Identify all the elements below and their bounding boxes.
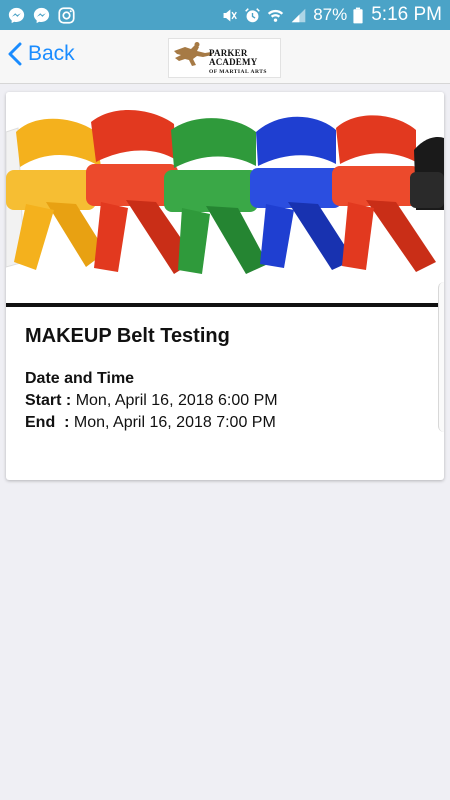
academy-logo: PARKER ACADEMY OF MARTIAL ARTS bbox=[168, 38, 281, 78]
start-label: Start : bbox=[25, 392, 72, 409]
logo-subtitle: OF MARTIAL ARTS bbox=[209, 69, 267, 75]
messenger-icon bbox=[33, 7, 50, 23]
status-left-icons bbox=[8, 6, 75, 24]
status-bar: 87% 5:16 PM bbox=[0, 0, 450, 30]
nav-bar: Back PARKER ACADEMY OF MARTIAL ARTS bbox=[0, 30, 450, 84]
mute-icon bbox=[223, 9, 238, 21]
alarm-icon bbox=[245, 7, 261, 22]
end-row: End : Mon, April 16, 2018 7:00 PM bbox=[25, 414, 425, 432]
end-value: Mon, April 16, 2018 7:00 PM bbox=[73, 414, 276, 431]
start-value: Mon, April 16, 2018 6:00 PM bbox=[75, 392, 278, 409]
banner-divider bbox=[6, 303, 444, 307]
date-time-heading: Date and Time bbox=[25, 370, 135, 387]
end-label: End : bbox=[25, 414, 70, 431]
event-card: MAKEUP Belt Testing Date and Time Start … bbox=[6, 92, 444, 480]
battery-icon bbox=[353, 7, 363, 23]
status-time: 5:16 PM bbox=[371, 4, 442, 25]
wifi-icon bbox=[268, 9, 284, 22]
logo-text: PARKER ACADEMY OF MARTIAL ARTS bbox=[209, 48, 280, 76]
logo-name: PARKER ACADEMY bbox=[209, 48, 258, 67]
signal-icon bbox=[291, 8, 306, 22]
back-label: Back bbox=[28, 42, 75, 65]
event-title: MAKEUP Belt Testing bbox=[25, 325, 230, 347]
start-row: Start : Mon, April 16, 2018 6:00 PM bbox=[25, 392, 425, 410]
belt-knots-illustration bbox=[6, 109, 444, 274]
next-card-peek[interactable] bbox=[438, 282, 444, 432]
battery-percent: 87% bbox=[313, 5, 348, 24]
chevron-left-icon bbox=[8, 42, 22, 66]
event-details: MAKEUP Belt Testing Date and Time Start … bbox=[25, 325, 425, 432]
messenger-icon bbox=[8, 7, 25, 23]
event-banner-image bbox=[6, 92, 444, 307]
back-button[interactable]: Back bbox=[8, 42, 75, 66]
status-right-icons: 87% 5:16 PM bbox=[221, 4, 442, 26]
instagram-icon bbox=[58, 6, 75, 24]
